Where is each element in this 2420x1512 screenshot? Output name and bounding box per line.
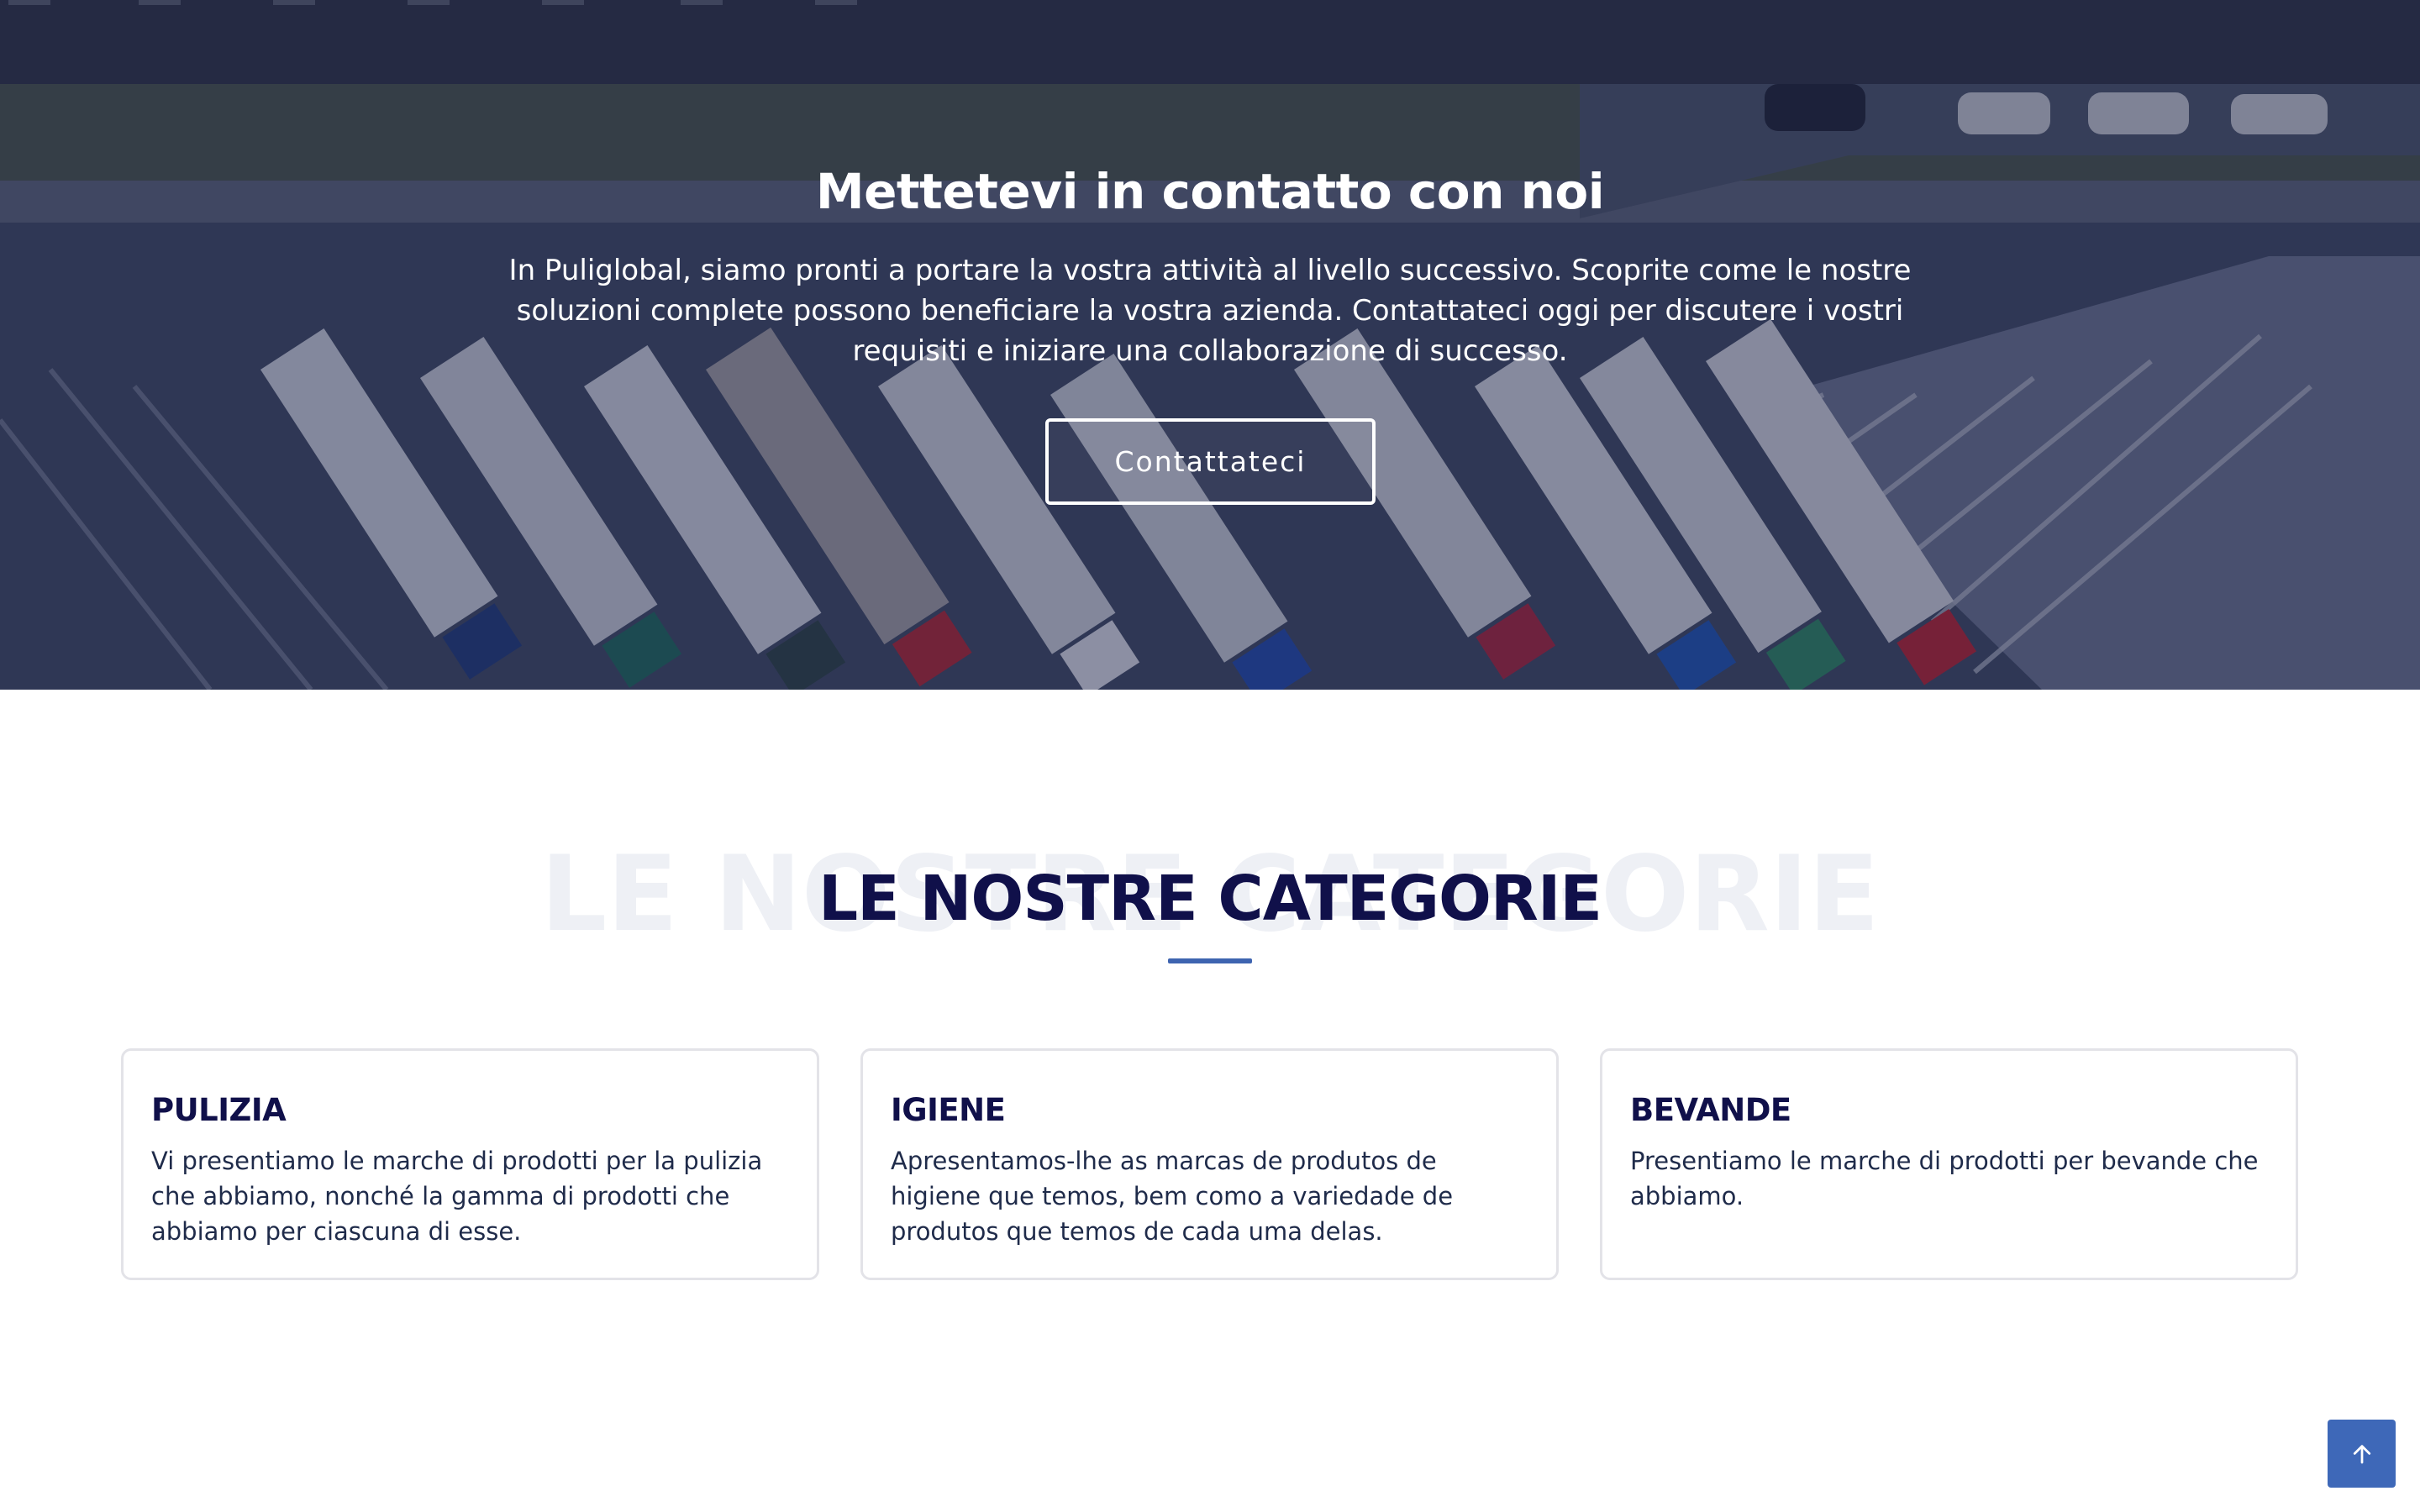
scroll-to-top-button[interactable] — [2328, 1420, 2396, 1488]
title-underline — [1168, 958, 1252, 963]
card-description: Presentiamo le marche di prodotti per be… — [1630, 1147, 2259, 1210]
category-card-igiene[interactable]: IGIENE Apresentamos-lhe as marcas de pro… — [860, 1048, 1559, 1280]
card-title: BEVANDE — [1630, 1092, 1791, 1128]
arrow-up-icon — [2353, 1444, 2370, 1463]
hero-title: Mettetevi in contatto con noi — [815, 163, 1605, 220]
category-card-pulizia[interactable]: PULIZIA Vi presentiamo le marche di prod… — [121, 1048, 819, 1280]
section-heading: LE NOSTRE CATEGORIE LE NOSTRE CATEGORIE — [0, 832, 2420, 958]
hero-description: In Puliglobal, siamo pronti a portare la… — [508, 254, 1912, 368]
contact-button[interactable]: Contattateci — [1045, 418, 1376, 505]
card-description: Apresentamos-lhe as marcas de produtos d… — [891, 1147, 1454, 1246]
contact-hero: Mettetevi in contatto con noi In Puliglo… — [0, 0, 2420, 690]
section-title: LE NOSTRE CATEGORIE — [818, 863, 1602, 935]
card-title: IGIENE — [891, 1092, 1006, 1128]
category-card-bevande[interactable]: BEVANDE Presentiamo le marche di prodott… — [1600, 1048, 2298, 1280]
card-title: PULIZIA — [151, 1092, 287, 1128]
card-description: Vi presentiamo le marche di prodotti per… — [151, 1147, 763, 1246]
hero-content: Mettetevi in contatto con noi In Puliglo… — [0, 0, 2420, 690]
